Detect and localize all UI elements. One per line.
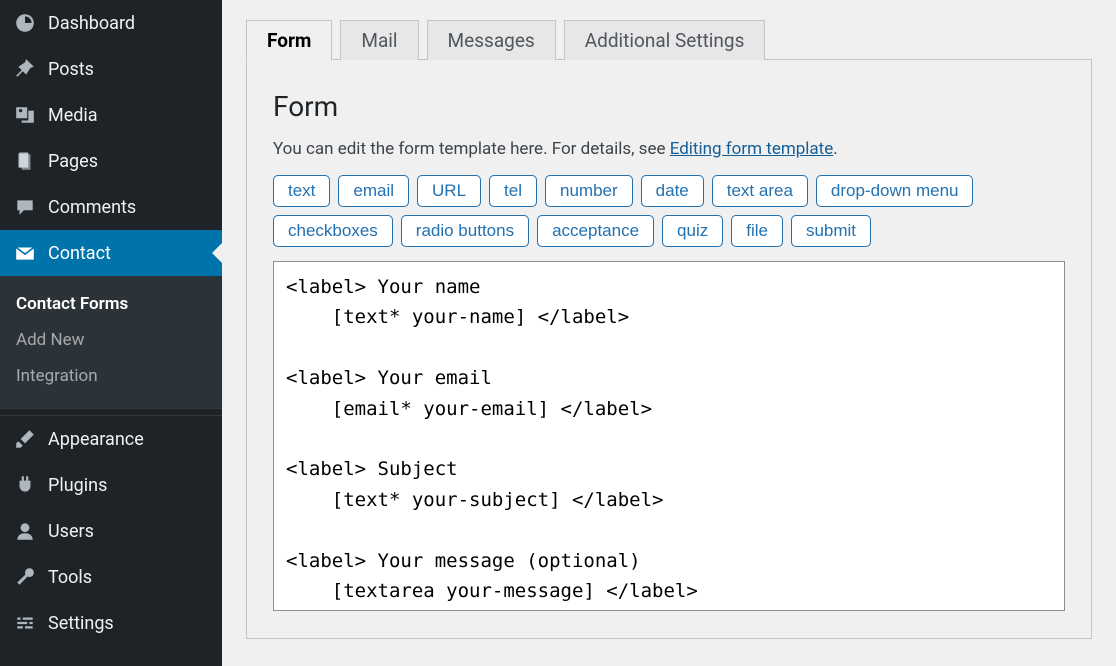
wrench-icon: [12, 564, 38, 590]
editor-tabs: Form Mail Messages Additional Settings: [246, 20, 1092, 60]
sidebar-item-label: Dashboard: [48, 13, 135, 34]
sidebar-item-label: Tools: [48, 567, 92, 588]
admin-sidebar: Dashboard Posts Media Pages Comments Con…: [0, 0, 222, 666]
media-icon: [12, 102, 38, 128]
tag-btn-radio[interactable]: radio buttons: [401, 215, 529, 247]
panel-description: You can edit the form template here. For…: [273, 139, 1065, 159]
sidebar-item-settings[interactable]: Settings: [0, 600, 222, 646]
tag-btn-tel[interactable]: tel: [489, 175, 537, 207]
main-content: Form Mail Messages Additional Settings F…: [222, 0, 1116, 666]
sidebar-item-posts[interactable]: Posts: [0, 46, 222, 92]
tag-btn-text[interactable]: text: [273, 175, 330, 207]
form-panel: Form You can edit the form template here…: [246, 59, 1092, 639]
tag-btn-file[interactable]: file: [731, 215, 783, 247]
menu-separator: [0, 408, 222, 416]
sidebar-item-dashboard[interactable]: Dashboard: [0, 0, 222, 46]
tag-btn-acceptance[interactable]: acceptance: [537, 215, 654, 247]
tag-btn-date[interactable]: date: [641, 175, 704, 207]
tag-btn-quiz[interactable]: quiz: [662, 215, 723, 247]
submenu-item-add-new[interactable]: Add New: [0, 322, 222, 358]
description-text: You can edit the form template here. For…: [273, 139, 670, 159]
sidebar-item-label: Media: [48, 105, 98, 126]
tab-form[interactable]: Form: [246, 20, 332, 61]
tag-btn-submit[interactable]: submit: [791, 215, 871, 247]
tag-btn-url[interactable]: URL: [417, 175, 481, 207]
envelope-icon: [12, 240, 38, 266]
tag-btn-textarea[interactable]: text area: [712, 175, 808, 207]
tab-mail[interactable]: Mail: [340, 20, 418, 60]
brush-icon: [12, 426, 38, 452]
sidebar-submenu: Contact Forms Add New Integration: [0, 276, 222, 408]
dashboard-icon: [12, 10, 38, 36]
editing-template-link[interactable]: Editing form template: [670, 139, 834, 159]
sidebar-item-label: Plugins: [48, 475, 107, 496]
sidebar-item-contact[interactable]: Contact: [0, 230, 222, 276]
sidebar-item-media[interactable]: Media: [0, 92, 222, 138]
sidebar-item-plugins[interactable]: Plugins: [0, 462, 222, 508]
description-suffix: .: [833, 139, 837, 159]
sidebar-item-users[interactable]: Users: [0, 508, 222, 554]
sidebar-item-pages[interactable]: Pages: [0, 138, 222, 184]
user-icon: [12, 518, 38, 544]
sliders-icon: [12, 610, 38, 636]
sidebar-item-label: Users: [48, 521, 94, 542]
sidebar-item-label: Contact: [48, 243, 111, 264]
pages-icon: [12, 148, 38, 174]
sidebar-item-label: Posts: [48, 59, 94, 80]
sidebar-item-appearance[interactable]: Appearance: [0, 416, 222, 462]
tag-btn-email[interactable]: email: [338, 175, 409, 207]
sidebar-item-tools[interactable]: Tools: [0, 554, 222, 600]
tag-btn-number[interactable]: number: [545, 175, 633, 207]
submenu-item-contact-forms[interactable]: Contact Forms: [0, 286, 222, 322]
sidebar-item-label: Pages: [48, 151, 98, 172]
tab-messages[interactable]: Messages: [427, 20, 556, 60]
tag-generator-row: text email URL tel number date text area…: [273, 175, 1065, 247]
submenu-item-integration[interactable]: Integration: [0, 358, 222, 394]
plug-icon: [12, 472, 38, 498]
sidebar-item-label: Settings: [48, 613, 114, 634]
panel-heading: Form: [273, 90, 1065, 123]
tab-additional-settings[interactable]: Additional Settings: [564, 20, 766, 60]
comments-icon: [12, 194, 38, 220]
pin-icon: [12, 56, 38, 82]
tag-btn-dropdown[interactable]: drop-down menu: [816, 175, 974, 207]
form-template-textarea[interactable]: [273, 261, 1065, 611]
sidebar-item-label: Appearance: [48, 429, 144, 450]
sidebar-item-label: Comments: [48, 197, 136, 218]
tag-btn-checkboxes[interactable]: checkboxes: [273, 215, 393, 247]
sidebar-item-comments[interactable]: Comments: [0, 184, 222, 230]
